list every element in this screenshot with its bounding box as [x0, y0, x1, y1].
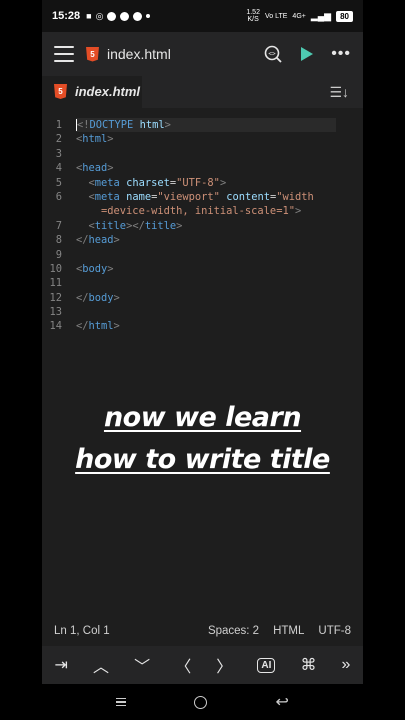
code-line: 6 <meta name="viewport" content="width [55, 190, 314, 203]
tab-key-icon[interactable]: ⇥ [55, 655, 68, 675]
code-line: 11 [49, 277, 62, 290]
sort-icon[interactable]: ☰↓ [329, 84, 349, 101]
signal-icon: ▂▄▆ [310, 10, 332, 21]
file-encoding[interactable]: UTF-8 [318, 625, 351, 637]
ai-icon[interactable]: AI [257, 657, 276, 673]
arrow-right-icon[interactable]: 〉 [216, 653, 232, 677]
notification-dot-icon [120, 11, 130, 21]
code-line: 1 <!DOCTYPE html> [42, 118, 363, 133]
tab-bar: 5 index.html ☰↓ [42, 76, 363, 108]
home-icon[interactable] [194, 695, 208, 709]
notification-dot-icon [133, 11, 143, 21]
code-line: 10 <body> [49, 262, 114, 275]
more-notifications-icon [146, 14, 151, 18]
keyboard-helper-bar: ⇥ ︿ ﹀ 〈 〉 AI ⌘ » [42, 646, 363, 684]
command-icon[interactable]: ⌘ [300, 655, 316, 675]
battery-icon: 80 [336, 10, 353, 22]
status-right: 1.52 K/S Vo LTE 4G+ ▂▄▆ 80 [246, 9, 353, 23]
tab-label: index.html [75, 84, 141, 99]
phone-screen: 15:28 ■ ◎ 1.52 K/S Vo LTE 4G+ ▂▄▆ 80 5 i… [42, 0, 363, 720]
indent-setting[interactable]: Spaces: 2 [208, 625, 259, 637]
code-line: 4 <head> [55, 162, 114, 175]
volte-label: Vo LTE [264, 12, 288, 20]
app-toolbar: 5 index.html <> ••• [42, 32, 363, 76]
code-line: 7 <title></title> [55, 219, 183, 232]
video-caption-line1: now we learn [103, 402, 302, 433]
whatsapp-icon: ◎ [95, 10, 104, 21]
run-play-icon[interactable] [301, 47, 314, 61]
code-line: 14 </html> [49, 320, 120, 333]
code-editor[interactable]: 1 <!DOCTYPE html> 2 <html> 3 4 <head> 5 <me… [42, 118, 363, 608]
recents-icon[interactable] [116, 697, 127, 707]
signal-label: 4G+ [292, 12, 306, 20]
html5-icon: 5 [86, 46, 99, 62]
net-speed: 1.52 K/S [246, 9, 260, 23]
tab-index-html[interactable]: 5 index.html [42, 76, 142, 108]
code-line: 3 [55, 147, 62, 160]
back-icon[interactable]: ↩ [275, 692, 288, 712]
arrow-left-icon[interactable]: 〈 [175, 653, 191, 677]
file-title: index.html [107, 46, 171, 62]
system-nav-bar: ↩ [42, 684, 363, 720]
code-line: 9 [55, 248, 62, 261]
code-line: =device-width, initial-scale=1"> [101, 205, 302, 218]
more-options-icon[interactable]: ••• [331, 46, 351, 62]
arrow-up-icon[interactable]: ︿ [93, 653, 109, 677]
cursor-position[interactable]: Ln 1, Col 1 [54, 625, 110, 637]
double-chevron-right-icon[interactable]: » [342, 656, 351, 674]
menu-icon[interactable] [54, 46, 74, 62]
camera-icon: ■ [86, 11, 92, 21]
notification-dot-icon [107, 11, 117, 21]
video-caption-line2: how to write title [75, 444, 330, 475]
notification-icons: ■ ◎ [86, 10, 151, 22]
code-line: 12 </body> [49, 291, 120, 304]
search-code-icon[interactable]: <> [263, 44, 283, 64]
arrow-down-icon[interactable]: ﹀ [134, 653, 150, 677]
code-line: 8 </head> [55, 234, 120, 247]
html5-icon: 5 [54, 84, 67, 99]
editor-status-line: Ln 1, Col 1 Spaces: 2 HTML UTF-8 [42, 618, 363, 644]
status-time: 15:28 [52, 10, 81, 22]
language-mode[interactable]: HTML [273, 625, 304, 637]
code-line: 13 [49, 306, 62, 319]
code-line: 5 <meta charset="UTF-8"> [55, 176, 227, 189]
status-bar: 15:28 ■ ◎ 1.52 K/S Vo LTE 4G+ ▂▄▆ 80 [42, 0, 363, 32]
code-line: 2 <html> [55, 133, 114, 146]
svg-text:<>: <> [269, 51, 277, 58]
